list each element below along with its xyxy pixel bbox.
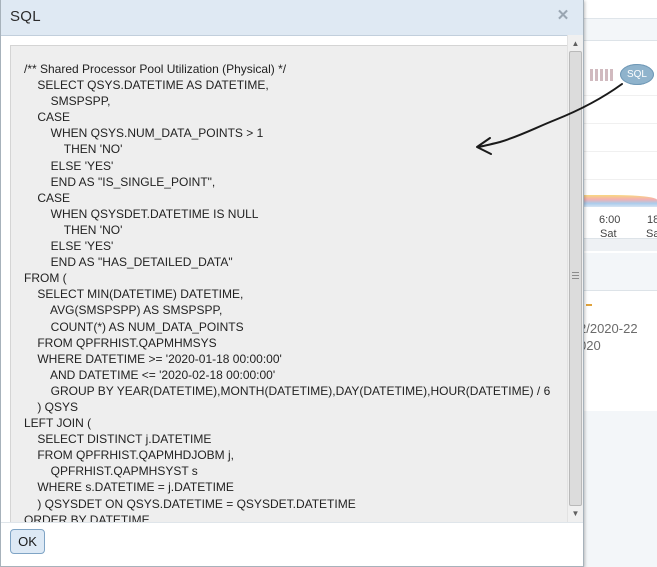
table-view-icon[interactable] xyxy=(590,69,614,81)
accent-mark xyxy=(586,304,592,306)
chart-range-scrollbar[interactable] xyxy=(583,238,657,251)
scroll-down-icon[interactable]: ▼ xyxy=(569,507,582,520)
scroll-up-icon[interactable]: ▲ xyxy=(569,37,582,50)
vertical-scrollbar[interactable]: ▲ ▼ xyxy=(567,35,583,522)
sql-dialog: SQL ✕ /** Shared Processor Pool Utilizat… xyxy=(0,0,584,567)
sql-query-text: /** Shared Processor Pool Utilization (P… xyxy=(24,62,551,523)
date-range-text: 2/2020-22 020 xyxy=(579,321,638,353)
background-chart xyxy=(584,95,657,207)
dialog-titlebar[interactable]: SQL ✕ xyxy=(1,0,583,36)
scrollbar-thumb[interactable] xyxy=(569,51,582,506)
dialog-footer-divider xyxy=(1,522,583,523)
x-axis-time-label: 6:00 xyxy=(599,214,621,226)
sql-button[interactable]: SQL xyxy=(620,64,654,85)
background-header xyxy=(583,0,657,19)
dialog-title: SQL xyxy=(10,8,41,25)
sql-text-area[interactable]: /** Shared Processor Pool Utilization (P… xyxy=(10,45,570,523)
x-axis-time-label-2: 18 xyxy=(647,214,657,226)
close-icon[interactable]: ✕ xyxy=(554,7,572,25)
chart-area-series xyxy=(584,195,657,207)
ok-button[interactable]: OK xyxy=(10,529,45,554)
grip-icon xyxy=(572,272,579,281)
